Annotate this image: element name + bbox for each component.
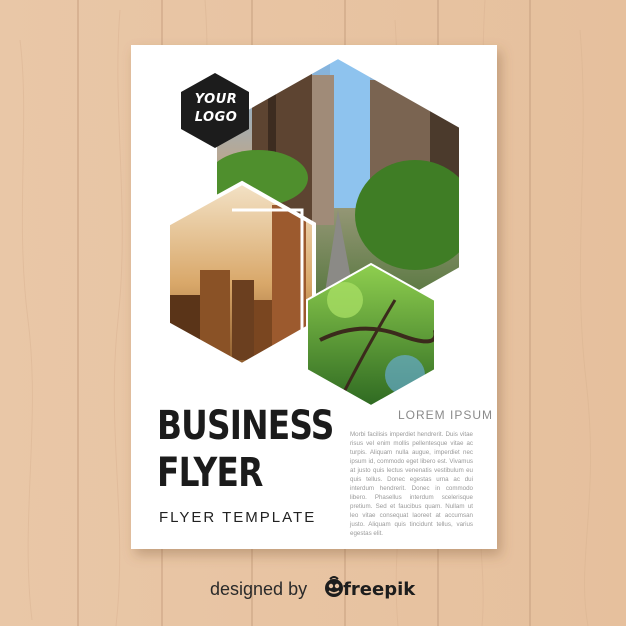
credit-prefix: designed by [210,578,308,599]
flyer-title-line1: BUSINESS [157,403,334,449]
logo-text-line2: LOGO [194,110,238,125]
credit-brand: freepik [343,578,416,600]
designer-credit: designed by freepik [210,577,415,601]
flyer-mockup-canvas [0,0,626,626]
logo-text-line1: YOUR [194,92,238,107]
flyer-subtitle: FLYER TEMPLATE [159,509,317,526]
section-heading: LOREM IPSUM [398,408,494,422]
flyer-title-line2: FLYER [157,450,263,496]
body-paragraph: Morbi facilisis imperdiet hendrerit. Dui… [350,431,473,537]
